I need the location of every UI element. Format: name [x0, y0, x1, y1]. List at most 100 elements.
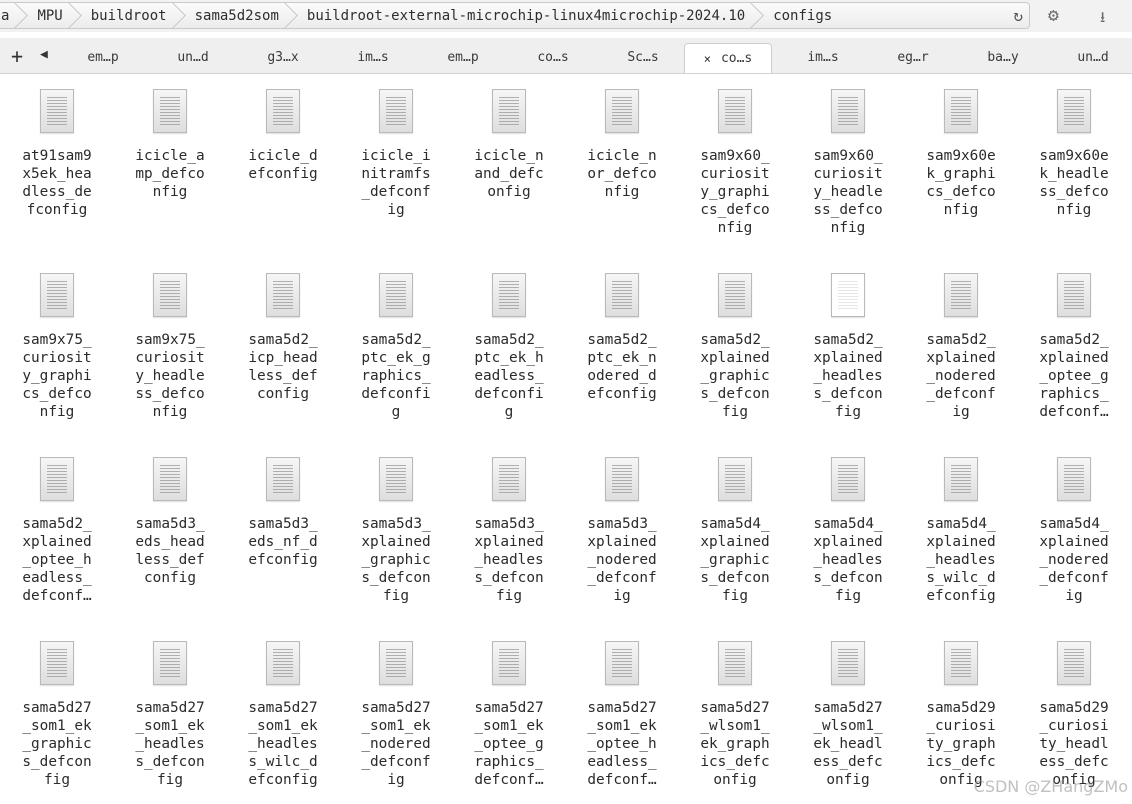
file-item[interactable]: sam9x60e k_headle ss_defco nfig [1024, 89, 1124, 219]
tab[interactable]: ba…y [959, 43, 1047, 71]
download-icon[interactable]: ⭳ [1100, 7, 1105, 32]
text-file-icon [718, 641, 752, 685]
file-item[interactable]: sama5d2_ xplained _optee_g raphics_ defc… [1024, 273, 1124, 421]
file-name: sama5d27 _som1_ek _optee_h eadless_ defc… [587, 700, 657, 788]
file-item[interactable]: sama5d2_ xplained _graphic s_defcon fig [685, 273, 785, 421]
tab[interactable]: g3…x [239, 43, 327, 71]
file-name: sama5d27 _som1_ek _optee_g raphics_ defc… [474, 700, 544, 788]
file-item[interactable]: icicle_a mp_defco nfig [120, 89, 220, 201]
tab[interactable]: em…p [419, 43, 507, 71]
file-item[interactable]: icicle_d efconfig [233, 89, 333, 183]
file-item[interactable]: sama5d3_ eds_nf_d efconfig [233, 457, 333, 569]
file-item[interactable]: sama5d27 _wlsom1_ ek_headl ess_defc onfi… [798, 641, 898, 789]
tab[interactable]: im…s [329, 43, 417, 71]
file-item[interactable]: sama5d2_ ptc_ek_h eadless_ defconfi g [459, 273, 559, 421]
file-name: sama5d27 _wlsom1_ ek_headl ess_defc onfi… [813, 700, 883, 788]
file-name: sama5d3_ eds_nf_d efconfig [248, 516, 318, 568]
text-file-icon [718, 457, 752, 501]
file-item[interactable]: sama5d3_ xplained _graphic s_defcon fig [346, 457, 446, 605]
tab-label: un…d [177, 49, 209, 65]
tab[interactable]: im…s [779, 43, 867, 71]
text-file-icon [492, 457, 526, 501]
file-item[interactable]: sama5d2_ xplained _nodered _defconf ig [911, 273, 1011, 421]
file-name: sama5d4_ xplained _graphic s_defcon fig [700, 516, 770, 604]
text-file-icon [266, 273, 300, 317]
file-item[interactable]: sama5d27 _wlsom1_ ek_graph ics_defc onfi… [685, 641, 785, 789]
file-item[interactable]: at91sam9 x5ek_hea dless_de fconfig [7, 89, 107, 219]
gear-icon[interactable]: ⚙ [1048, 5, 1059, 26]
file-item[interactable]: sama5d4_ xplained _nodered _defconf ig [1024, 457, 1124, 605]
file-name: sama5d4_ xplained _headles s_wilc_d efco… [926, 516, 996, 604]
file-item[interactable]: sam9x75_ curiosit y_graphi cs_defco nfig [7, 273, 107, 421]
breadcrumb-item[interactable]: buildroot [77, 3, 181, 28]
breadcrumb-item[interactable]: MPU [23, 3, 76, 28]
file-name: sama5d27 _som1_ek _headles s_wilc_d efco… [248, 700, 318, 788]
file-item[interactable]: sama5d2_ ptc_ek_n odered_d efconfig [572, 273, 672, 403]
tab-label: em…p [87, 49, 119, 65]
tab-label: im…s [807, 49, 839, 65]
breadcrumb-item[interactable]: a [0, 3, 23, 28]
tab[interactable]: co…s [509, 43, 597, 71]
file-item[interactable]: sama5d29 _curiosi ty_graph ics_defc onfi… [911, 641, 1011, 789]
file-item[interactable]: sama5d2_ xplained _headles s_defcon fig [798, 273, 898, 421]
file-item[interactable]: sam9x60_ curiosit y_graphi cs_defco nfig [685, 89, 785, 237]
text-file-icon [1057, 457, 1091, 501]
file-item[interactable]: sama5d3_ xplained _headles s_defcon fig [459, 457, 559, 605]
tab-label: co…s [720, 51, 753, 66]
file-item[interactable]: sama5d4_ xplained _headles s_wilc_d efco… [911, 457, 1011, 605]
file-item[interactable]: icicle_n or_defco nfig [572, 89, 672, 201]
file-item[interactable]: sama5d2_ icp_head less_def config [233, 273, 333, 403]
text-file-icon [40, 89, 74, 133]
tab[interactable]: em…p [59, 43, 147, 71]
text-file-icon [379, 641, 413, 685]
tab[interactable]: Sc…s [599, 43, 687, 71]
text-file-icon [605, 457, 639, 501]
file-item[interactable]: sama5d3_ eds_head less_def config [120, 457, 220, 587]
text-file-icon [153, 89, 187, 133]
file-name: sama5d2_ xplained _optee_g raphics_ defc… [1039, 332, 1109, 420]
breadcrumb-item[interactable]: buildroot-external-microchip-linux4micro… [293, 3, 759, 28]
file-item[interactable]: sam9x75_ curiosit y_headle ss_defco nfig [120, 273, 220, 421]
file-name: sama5d4_ xplained _nodered _defconf ig [1039, 516, 1109, 604]
file-item[interactable]: icicle_n and_defc onfig [459, 89, 559, 201]
file-item[interactable]: sama5d27 _som1_ek _optee_h eadless_ defc… [572, 641, 672, 789]
breadcrumb-item[interactable]: sama5d2som [181, 3, 293, 28]
tab-active[interactable]: × co…s [684, 43, 772, 73]
text-file-icon [153, 641, 187, 685]
file-item[interactable]: sam9x60e k_graphi cs_defco nfig [911, 89, 1011, 219]
tab-bar: + ◀ em…p un…d g3…x im…s em…p co…s Sc…s × co…s im…… [0, 38, 1132, 74]
file-item[interactable]: sama5d27 _som1_ek _headles s_wilc_d efco… [233, 641, 333, 789]
file-name: sama5d27 _som1_ek _headles s_defcon fig [135, 700, 205, 788]
breadcrumb: a MPU buildroot sama5d2som buildroot-externa… [0, 2, 1030, 29]
breadcrumb-item[interactable]: configs [759, 3, 846, 28]
file-item[interactable]: sama5d2_ xplained _optee_h eadless_ defc… [7, 457, 107, 605]
file-item[interactable]: sama5d27 _som1_ek _nodered _defconf ig [346, 641, 446, 789]
file-name: sama5d27 _wlsom1_ ek_graph ics_defc onfi… [700, 700, 770, 788]
file-item[interactable]: sam9x60_ curiosit y_headle ss_defco nfig [798, 89, 898, 237]
text-file-icon [492, 641, 526, 685]
tab-label: co…s [537, 49, 569, 65]
file-item[interactable]: sama5d27 _som1_ek _headles s_defcon fig [120, 641, 220, 789]
file-item[interactable]: sama5d4_ xplained _graphic s_defcon fig [685, 457, 785, 605]
text-file-icon [40, 641, 74, 685]
tab[interactable]: un…d [149, 43, 237, 71]
file-item[interactable]: sama5d3_ xplained _nodered _defconf ig [572, 457, 672, 605]
triangle-left-icon[interactable]: ◀ [40, 47, 48, 62]
text-file-icon [944, 641, 978, 685]
tab[interactable]: eg…r [869, 43, 957, 71]
tab[interactable]: un…d [1049, 43, 1132, 71]
close-icon[interactable]: × [704, 52, 711, 66]
text-file-icon [718, 89, 752, 133]
tab-label: ba…y [987, 49, 1019, 65]
text-file-icon [1057, 641, 1091, 685]
file-item[interactable]: sama5d2_ ptc_ek_g raphics_ defconfi g [346, 273, 446, 421]
plus-icon[interactable]: + [11, 44, 23, 68]
file-item[interactable]: sama5d27 _som1_ek _optee_g raphics_ defc… [459, 641, 559, 789]
reload-icon[interactable]: ↻ [1013, 6, 1023, 25]
file-name: sama5d3_ xplained _nodered _defconf ig [587, 516, 657, 604]
text-file-icon [40, 273, 74, 317]
file-item[interactable]: sama5d27 _som1_ek _graphic s_defcon fig [7, 641, 107, 789]
file-item[interactable]: icicle_i nitramfs _defconf ig [346, 89, 446, 219]
file-item[interactable]: sama5d29 _curiosi ty_headl ess_defc onfi… [1024, 641, 1124, 789]
file-item[interactable]: sama5d4_ xplained _headles s_defcon fig [798, 457, 898, 605]
